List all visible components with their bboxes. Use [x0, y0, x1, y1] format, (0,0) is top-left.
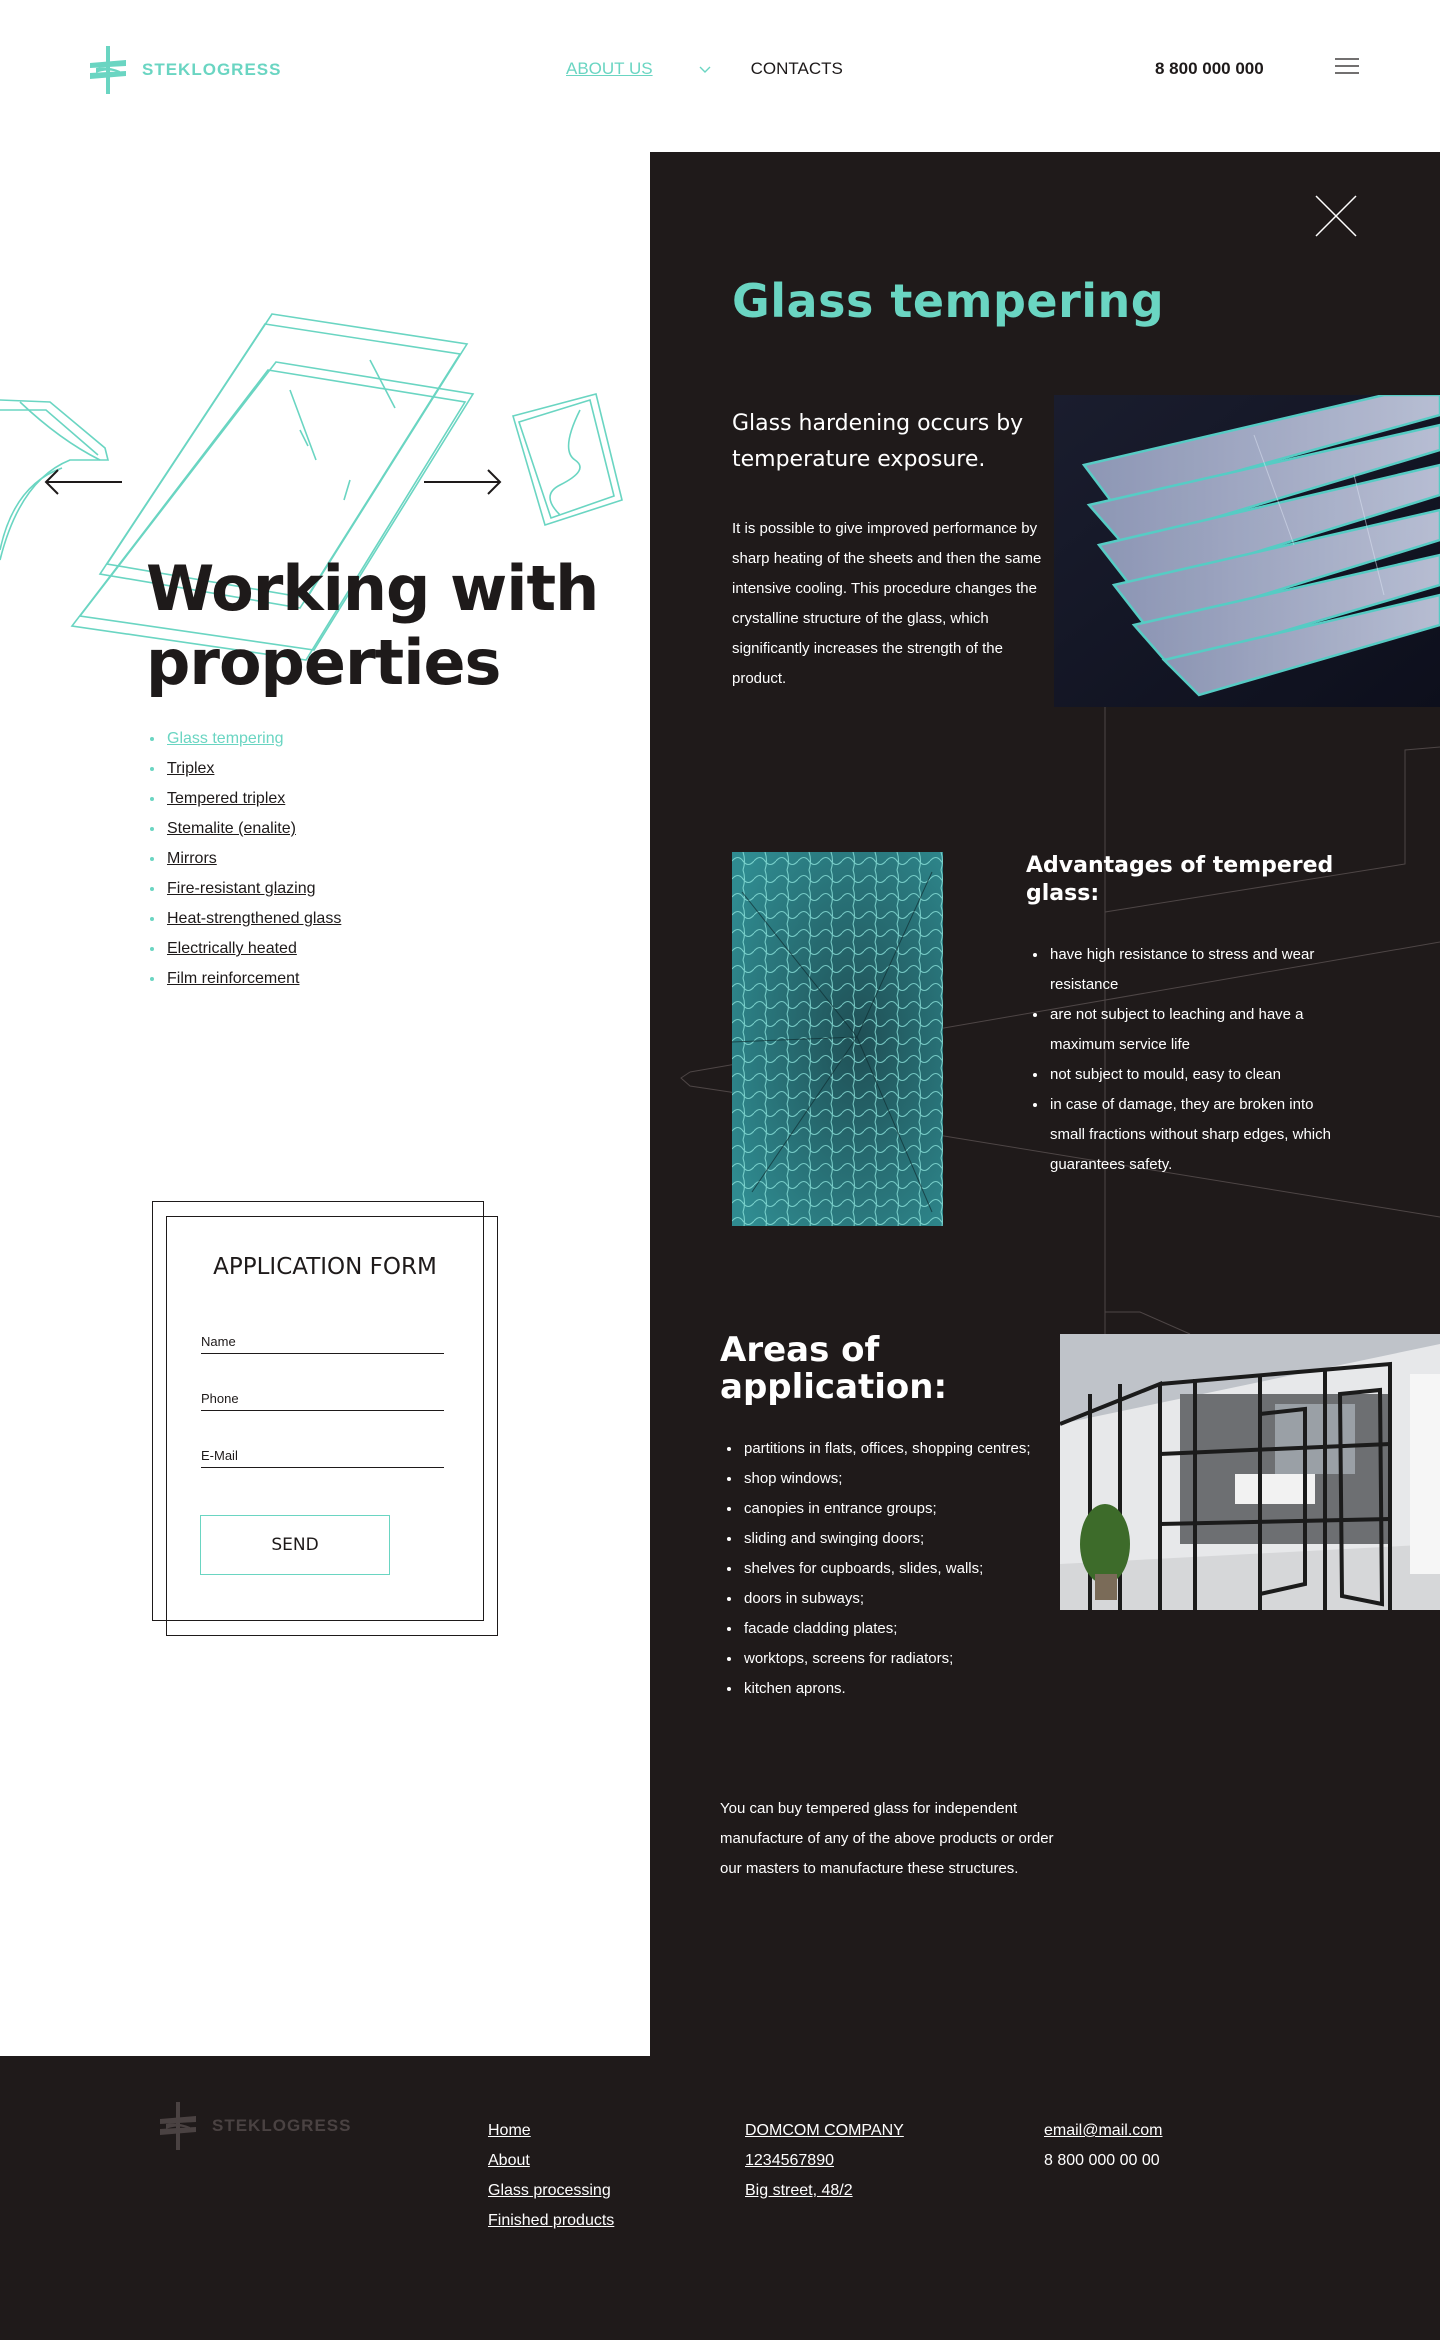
- area-item: kitchen aprons.: [720, 1674, 1040, 1704]
- bullet-dot: [150, 857, 154, 861]
- area-item: sliding and swinging doors;: [720, 1524, 1040, 1554]
- footer-company-link[interactable]: DOMCOM COMPANY: [745, 2122, 904, 2139]
- area-item: shop windows;: [720, 1464, 1040, 1494]
- footer-nav-link[interactable]: About: [488, 2152, 530, 2169]
- hamburger-menu-icon[interactable]: [1334, 56, 1360, 76]
- property-item: Heat-strengthened glass: [150, 904, 341, 934]
- panel-title: Glass tempering: [732, 274, 1165, 328]
- footer-nav-item: Home: [488, 2116, 614, 2146]
- property-link[interactable]: Mirrors: [167, 850, 217, 868]
- property-item: Mirrors: [150, 844, 341, 874]
- crackled-glass-image: [732, 852, 943, 1226]
- advantage-item: in case of damage, they are broken into …: [1026, 1090, 1346, 1180]
- property-link[interactable]: Heat-strengthened glass: [167, 910, 341, 928]
- glass-tempering-panel: Glass tempering Glass hardening occurs b…: [650, 152, 1440, 2056]
- footer-nav: Home About Glass processing Finished produc…: [488, 2116, 614, 2236]
- panel-outro: You can buy tempered glass for independe…: [720, 1800, 1054, 1877]
- name-field[interactable]: [201, 1320, 444, 1354]
- property-link[interactable]: Glass tempering: [167, 730, 284, 748]
- areas-title: Areas of application:: [720, 1330, 948, 1407]
- bullet-dot: [150, 947, 154, 951]
- main-nav: ABOUT US CONTACTS: [566, 59, 843, 79]
- footer-company-item: Big street, 48/2: [745, 2176, 904, 2206]
- footer-nav-link[interactable]: Home: [488, 2122, 531, 2139]
- logo-text: STEKLOGRESS: [142, 60, 282, 79]
- footer-nav-link[interactable]: Finished products: [488, 2212, 614, 2229]
- email-field[interactable]: [201, 1434, 444, 1468]
- properties-list: Glass tempering Triplex Tempered triplex St…: [150, 724, 341, 994]
- bullet-dot: [150, 767, 154, 771]
- footer-contacts: email@mail.com 8 800 000 00 00: [1044, 2116, 1162, 2176]
- footer-nav-item: About: [488, 2146, 614, 2176]
- panel-lead: Glass hardening occurs by temperature ex…: [732, 411, 1024, 472]
- footer-nav-item: Finished products: [488, 2206, 614, 2236]
- nav-contacts[interactable]: CONTACTS: [751, 59, 843, 79]
- panel-intro: It is possible to give improved performa…: [732, 520, 1042, 687]
- glass-partition-room-image: [1060, 1334, 1440, 1610]
- footer-logo-text: STEKLOGRESS: [212, 2116, 352, 2135]
- property-link[interactable]: Stemalite (enalite): [167, 820, 296, 838]
- form-title: APPLICATION FORM: [213, 1254, 437, 1280]
- phone-field[interactable]: [201, 1377, 444, 1411]
- footer-nav-item: Glass processing: [488, 2176, 614, 2206]
- footer-company-link[interactable]: Big street, 48/2: [745, 2182, 853, 2199]
- area-item: shelves for cupboards, slides, walls;: [720, 1554, 1040, 1584]
- property-link[interactable]: Film reinforcement: [167, 970, 299, 988]
- property-item: Glass tempering: [150, 724, 341, 754]
- nav-about-us[interactable]: ABOUT US: [566, 59, 653, 79]
- close-icon[interactable]: [1314, 194, 1358, 238]
- bullet-dot: [150, 977, 154, 981]
- send-button[interactable]: SEND: [200, 1515, 390, 1575]
- footer-company-link[interactable]: 1234567890: [745, 2152, 834, 2169]
- bullet-dot: [150, 737, 154, 741]
- property-item: Film reinforcement: [150, 964, 341, 994]
- area-item: worktops, screens for radiators;: [720, 1644, 1040, 1674]
- area-item: canopies in entrance groups;: [720, 1494, 1040, 1524]
- advantage-item: not subject to mould, easy to clean: [1026, 1060, 1346, 1090]
- property-link[interactable]: Tempered triplex: [167, 790, 285, 808]
- property-item: Triplex: [150, 754, 341, 784]
- bullet-dot: [150, 827, 154, 831]
- area-item: facade cladding plates;: [720, 1614, 1040, 1644]
- advantage-item: are not subject to leaching and have a m…: [1026, 1000, 1346, 1060]
- footer-phone: 8 800 000 00 00: [1044, 2152, 1160, 2169]
- steklogress-logo-icon: [160, 2102, 196, 2150]
- advantages-title: Advantages of tempered glass:: [1026, 853, 1334, 906]
- header-phone[interactable]: 8 800 000 000: [1155, 59, 1264, 79]
- property-item: Stemalite (enalite): [150, 814, 341, 844]
- bullet-dot: [150, 797, 154, 801]
- footer: STEKLOGRESS Home About Glass processing Fin…: [0, 2056, 1440, 2340]
- bullet-dot: [150, 887, 154, 891]
- arrow-left-icon[interactable]: [42, 462, 124, 502]
- property-link[interactable]: Fire-resistant glazing: [167, 880, 316, 898]
- footer-company-item: 1234567890: [745, 2146, 904, 2176]
- bullet-dot: [150, 917, 154, 921]
- header-logo[interactable]: STEKLOGRESS: [82, 44, 302, 96]
- advantage-item: have high resistance to stress and wear …: [1026, 940, 1346, 1000]
- area-item: partitions in flats, offices, shopping c…: [720, 1434, 1040, 1464]
- property-item: Tempered triplex: [150, 784, 341, 814]
- footer-company: DOMCOM COMPANY 1234567890 Big street, 48/2: [745, 2116, 904, 2206]
- area-item: doors in subways;: [720, 1584, 1040, 1614]
- property-link[interactable]: Electrically heated: [167, 940, 297, 958]
- property-link[interactable]: Triplex: [167, 760, 214, 778]
- steklogress-logo-icon: [90, 46, 126, 94]
- footer-logo[interactable]: STEKLOGRESS: [152, 2100, 372, 2152]
- property-item: Electrically heated: [150, 934, 341, 964]
- advantages-list: have high resistance to stress and wear …: [1026, 940, 1346, 1180]
- chevron-down-icon[interactable]: [697, 63, 713, 75]
- arrow-right-icon[interactable]: [422, 462, 504, 502]
- property-item: Fire-resistant glazing: [150, 874, 341, 904]
- tempered-glass-shards-image: [1054, 395, 1440, 707]
- footer-email-link[interactable]: email@mail.com: [1044, 2122, 1162, 2139]
- footer-company-item: DOMCOM COMPANY: [745, 2116, 904, 2146]
- areas-list: partitions in flats, offices, shopping c…: [720, 1434, 1040, 1704]
- footer-nav-link[interactable]: Glass processing: [488, 2182, 611, 2199]
- hero-title: Working with properties: [146, 552, 599, 699]
